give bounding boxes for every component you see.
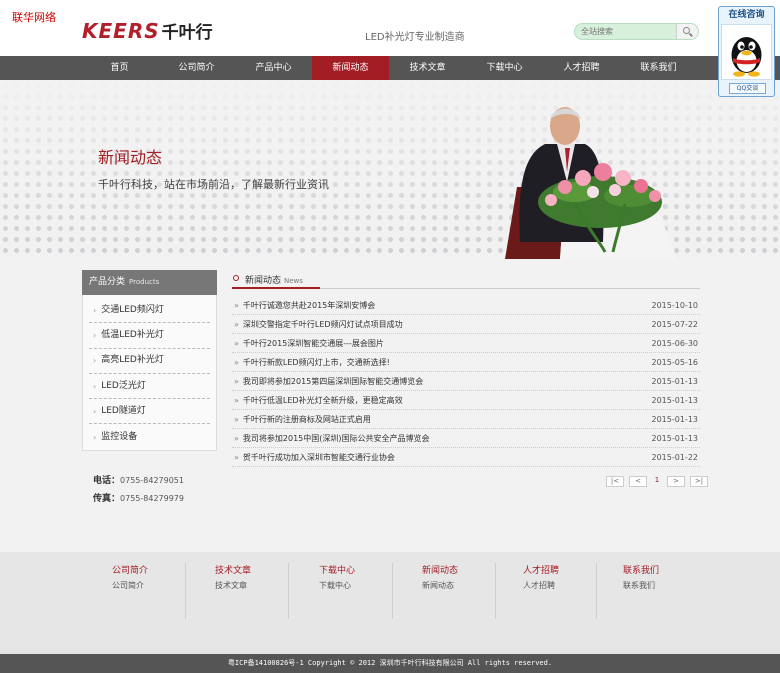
- copyright-bar: 粤ICP备14100826号-1 Copyright © 2012 深圳市千叶行…: [0, 654, 780, 673]
- chevron-right-icon: ›: [93, 356, 97, 366]
- news-item[interactable]: » 贺千叶行成功加入深圳市智能交通行业协会 2015-01-22: [232, 448, 700, 467]
- footer-links: 公司简介 公司简介 技术文章 技术文章 下载中心 下载中心 新闻动态 新闻动态 …: [0, 552, 780, 654]
- footer-heading[interactable]: 下载中心: [319, 563, 392, 576]
- corner-tag[interactable]: 联华网络: [12, 9, 56, 25]
- nav-downloads[interactable]: 下载中心: [466, 56, 543, 80]
- chevron-right-icon: ›: [93, 432, 97, 442]
- news-item[interactable]: » 千叶行诚邀您共赴2015年深圳安博会 2015-10-10: [232, 296, 700, 315]
- double-chevron-icon: »: [234, 452, 239, 462]
- sidebar-list: › 交通LED频闪灯 › 低温LED补光灯 › 高亮LED补光灯 › LED泛光灯 › L…: [82, 295, 217, 451]
- double-chevron-icon: »: [234, 395, 239, 405]
- news-item[interactable]: » 千叶行新的注册商标及网站正式启用 2015-01-13: [232, 410, 700, 429]
- double-chevron-icon: »: [234, 319, 239, 329]
- sidebar-item[interactable]: › LED泛光灯: [89, 374, 210, 400]
- nav-home[interactable]: 首页: [81, 56, 158, 80]
- news-title-en: News: [284, 277, 303, 285]
- qq-chat-button[interactable]: QQ交谈: [729, 83, 766, 94]
- fax-number: 0755-84279979: [120, 494, 184, 503]
- news-list: » 千叶行诚邀您共赴2015年深圳安博会 2015-10-10 » 深圳交警指定千叶行…: [232, 296, 700, 467]
- news-item[interactable]: » 千叶行低温LED补光灯全新升级，更稳定高效 2015-01-13: [232, 391, 700, 410]
- double-chevron-icon: »: [234, 414, 239, 424]
- footer-heading[interactable]: 技术文章: [215, 563, 288, 576]
- news-item[interactable]: » 我司将参加2015中国(深圳)国际公共安全产品博览会 2015-01-13: [232, 429, 700, 448]
- footer-link[interactable]: 新闻动态: [422, 580, 495, 591]
- bullet-icon: [233, 275, 239, 281]
- double-chevron-icon: »: [234, 300, 239, 310]
- banner: 新闻动态 千叶行科技，站在市场前沿，了解最新行业资讯: [0, 80, 780, 259]
- qq-penguin-icon[interactable]: [721, 24, 772, 80]
- news-item[interactable]: » 我司即将参加2015第四届深圳国际智能交通博览会 2015-01-13: [232, 372, 700, 391]
- sidebar-item[interactable]: › 高亮LED补光灯: [89, 349, 210, 374]
- slogan: LED补光灯专业制造商: [365, 32, 465, 43]
- search-box: [574, 23, 699, 40]
- product-sidebar: 产品分类 Products › 交通LED频闪灯 › 低温LED补光灯 › 高亮LED补…: [82, 270, 217, 451]
- banner-title: 新闻动态: [98, 148, 163, 167]
- sidebar-item[interactable]: › LED隧道灯: [89, 399, 210, 425]
- news-item[interactable]: » 千叶行新款LED频闪灯上市，交通新选择! 2015-05-16: [232, 353, 700, 372]
- current-page[interactable]: 1: [652, 476, 662, 487]
- search-button[interactable]: [676, 24, 698, 39]
- footer-link[interactable]: 公司简介: [112, 580, 185, 591]
- contact-info: 电话：0755-84279051 传真：0755-84279979: [93, 472, 184, 508]
- news-item[interactable]: » 深圳交警指定千叶行LED频闪灯试点项目成功 2015-07-22: [232, 315, 700, 334]
- footer-col-articles: 技术文章 技术文章: [185, 563, 289, 619]
- news-item[interactable]: » 千叶行2015深圳智能交通展---展会图片 2015-06-30: [232, 334, 700, 353]
- search-input[interactable]: [575, 24, 675, 39]
- footer-link[interactable]: 联系我们: [623, 580, 697, 591]
- footer-link[interactable]: 下载中心: [319, 580, 392, 591]
- footer-col-news: 新闻动态 新闻动态: [392, 563, 496, 619]
- sidebar-title-en: Products: [129, 278, 160, 286]
- fax-line: 传真：0755-84279979: [93, 494, 184, 504]
- logo-en: KEERS: [82, 18, 160, 43]
- double-chevron-icon: »: [234, 376, 239, 386]
- speaker-illustration: [505, 107, 677, 259]
- sidebar-title: 产品分类: [89, 277, 126, 287]
- banner-subtitle: 千叶行科技，站在市场前沿，了解最新行业资讯: [98, 178, 329, 191]
- nav-about[interactable]: 公司简介: [158, 56, 235, 80]
- chevron-right-icon: ›: [93, 406, 97, 416]
- first-page-button[interactable]: |<: [606, 476, 624, 487]
- nav-contact[interactable]: 联系我们: [620, 56, 697, 80]
- news-header: 新闻动态 News: [232, 270, 700, 289]
- double-chevron-icon: »: [234, 357, 239, 367]
- footer-heading[interactable]: 公司简介: [112, 563, 185, 576]
- chevron-right-icon: ›: [93, 305, 97, 315]
- footer-link[interactable]: 技术文章: [215, 580, 288, 591]
- footer-heading[interactable]: 人才招聘: [523, 563, 596, 576]
- main-nav: 首页 公司简介 产品中心 新闻动态 技术文章 下载中心 人才招聘 联系我们: [0, 56, 780, 80]
- nav-articles[interactable]: 技术文章: [389, 56, 466, 80]
- footer-col-about: 公司简介 公司简介: [82, 563, 186, 619]
- chevron-right-icon: ›: [93, 381, 97, 391]
- footer-link[interactable]: 人才招聘: [523, 580, 596, 591]
- nav-products[interactable]: 产品中心: [235, 56, 312, 80]
- nav-jobs[interactable]: 人才招聘: [543, 56, 620, 80]
- pagination: |< < 1 > >|: [606, 476, 708, 487]
- sidebar-header: 产品分类 Products: [82, 270, 217, 295]
- footer-col-jobs: 人才招聘 人才招聘: [493, 563, 597, 619]
- double-chevron-icon: »: [234, 338, 239, 348]
- logo-cn: 千叶行: [161, 23, 213, 43]
- qq-chat-widget: 在线咨询 QQ交谈: [718, 6, 775, 97]
- footer-heading[interactable]: 联系我们: [623, 563, 697, 576]
- sidebar-item[interactable]: › 监控设备: [89, 424, 210, 449]
- last-page-button[interactable]: >|: [690, 476, 708, 487]
- sidebar-item[interactable]: › 交通LED频闪灯: [89, 298, 210, 324]
- footer-col-contact: 联系我们 联系我们: [593, 563, 697, 619]
- next-page-button[interactable]: >: [667, 476, 685, 487]
- double-chevron-icon: »: [234, 433, 239, 443]
- nav-news[interactable]: 新闻动态: [312, 56, 389, 80]
- footer-col-downloads: 下载中心 下载中心: [289, 563, 393, 619]
- phone-line: 电话：0755-84279051: [93, 476, 184, 486]
- news-title: 新闻动态: [245, 276, 282, 286]
- site-logo[interactable]: KEERS 千叶行: [82, 18, 213, 44]
- prev-page-button[interactable]: <: [629, 476, 647, 487]
- sidebar-item[interactable]: › 低温LED补光灯: [89, 323, 210, 349]
- chevron-right-icon: ›: [93, 330, 97, 340]
- footer-heading[interactable]: 新闻动态: [422, 563, 495, 576]
- news-panel: 新闻动态 News » 千叶行诚邀您共赴2015年深圳安博会 2015-10-10 »…: [232, 270, 700, 467]
- site-header: 联华网络 KEERS 千叶行 LED补光灯专业制造商: [0, 0, 780, 56]
- phone-number: 0755-84279051: [120, 476, 184, 485]
- qq-widget-title: 在线咨询: [728, 10, 765, 20]
